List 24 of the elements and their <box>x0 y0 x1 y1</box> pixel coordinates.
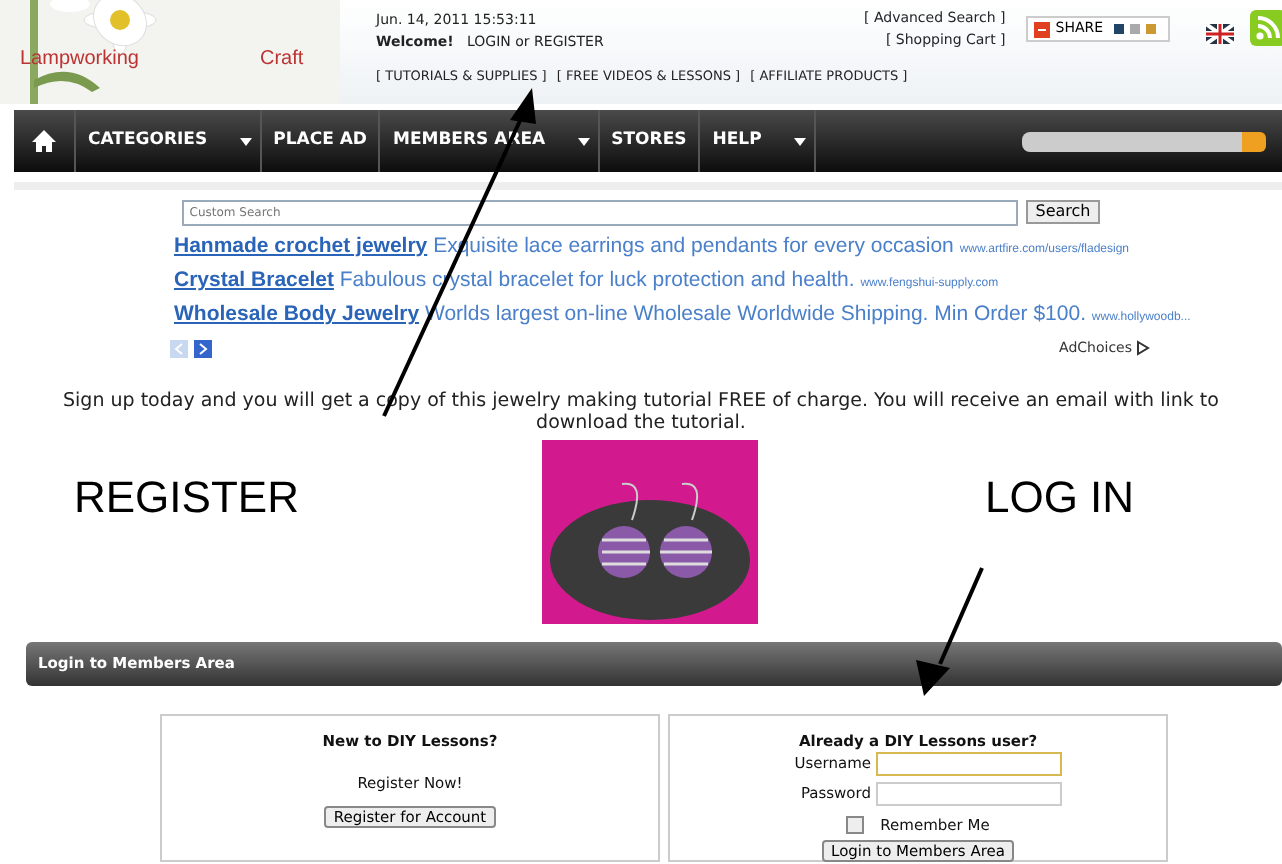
nav-menu-item[interactable]: STORES <box>599 110 701 172</box>
signup-link[interactable]: Sign up <box>63 389 135 411</box>
checkbox[interactable] <box>846 815 865 834</box>
ad-title-link[interactable]: Wholesale Body Jewelry <box>174 302 420 326</box>
service-icons <box>1109 22 1162 36</box>
search-field[interactable] <box>1022 131 1242 151</box>
input-field[interactable] <box>875 751 1061 775</box>
ad-title-link[interactable]: Crystal Bracelet <box>174 268 334 292</box>
nav-menu-item[interactable]: CATEGORIES <box>76 110 262 172</box>
nav-menu-item[interactable]: HELP <box>700 110 816 172</box>
annotation-label: LOG IN <box>984 469 1135 525</box>
input-field[interactable] <box>875 781 1061 805</box>
logo-text: Craft <box>260 46 304 74</box>
search-button[interactable]: Search <box>1025 200 1101 224</box>
share-icon <box>1033 21 1050 37</box>
play-icon <box>1136 340 1150 357</box>
next-button[interactable] <box>194 339 212 358</box>
annotation-label: REGISTER <box>74 469 299 525</box>
search-button[interactable] <box>1242 131 1266 151</box>
flag-icon[interactable] <box>1205 24 1234 44</box>
annotation-arrow <box>916 567 984 696</box>
nav-menu-item[interactable]: PLACE AD <box>261 110 381 172</box>
home-icon <box>32 130 56 152</box>
ad-title-link[interactable]: Hanmade crochet jewelry <box>174 234 428 258</box>
